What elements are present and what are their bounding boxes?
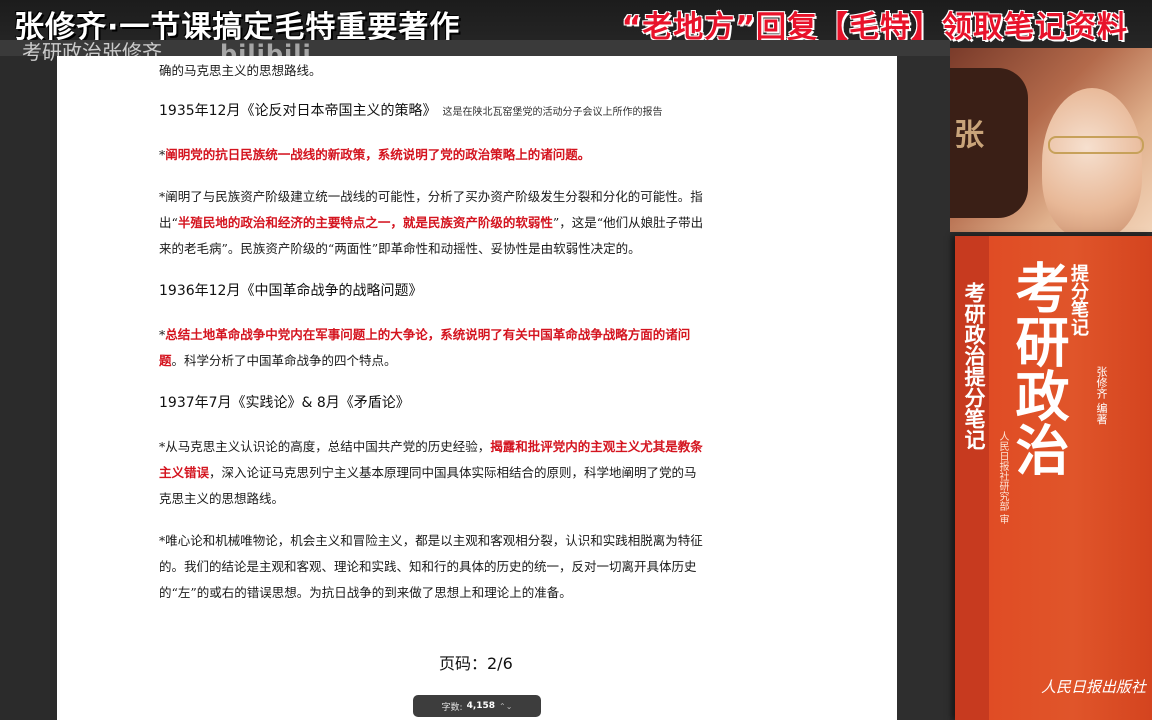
book-editor: 人民日报社研究部 审 (997, 431, 1008, 525)
body-text: ”，这是“他们从娘肚子带出 (552, 215, 704, 230)
sign-character: 张 (954, 118, 984, 153)
body-text: ，深入论证马克思列宁主义基本原理同中国具体实际相结合的原则，科学地阐明了党的马 (209, 465, 697, 480)
body-line: 克思主义的思想路线。 (159, 491, 285, 506)
page-number: 页码：2/6 (439, 654, 513, 673)
body-line: 确的马克思主义的思想路线。 (159, 63, 322, 78)
word-count-indicator[interactable]: 字数: 4,158 ⌃⌄ (413, 695, 541, 717)
highlight-line: *总结土地革命战争中党内在军事问题上的大争论，系统说明了有关中国革命战争战略方面… (159, 324, 799, 343)
highlight-text: 半殖民地的政治和经济的主要特点之一，就是民族资产阶级的软弱性 (177, 215, 553, 230)
section-heading: 1936年12月《中国革命战争的战略问题》 (159, 280, 422, 300)
highlight-line: *阐明党的抗日民族统一战线的新政策，系统说明了党的政治策略上的诸问题。 (159, 144, 799, 163)
book-author: 张修齐 编著 (1095, 366, 1108, 425)
book-title: 考研政治 (1006, 260, 1069, 476)
body-line: 来的老毛病”。民族资产阶级的“两面性”即革命性和动摇性、妥协性是由软弱性决定的。 (159, 241, 641, 256)
body-line: 主义错误，深入论证马克思列宁主义基本原理同中国具体实际相结合的原则，科学地阐明了… (159, 462, 799, 481)
body-line: 题。科学分析了中国革命战争的四个特点。 (159, 350, 799, 369)
book-spine-title: 考研政治提分笔记 (962, 282, 986, 450)
highlight-text: 阐明党的抗日民族统一战线的新政策，系统说明了党的政治策略上的诸问题。 (165, 147, 591, 162)
heading-note: 这是在陕北瓦窑堡党的活动分子会议上所作的报告 (442, 107, 663, 118)
word-count-value: 4,158 (466, 701, 496, 711)
highlight-text: 题 (159, 353, 172, 368)
heading-text: 1936年12月《中国革命战争的战略问题》 (159, 283, 423, 299)
word-count-toggle-icon[interactable]: ⌃⌄ (499, 702, 512, 711)
body-line: *唯心论和机械唯物论，机会主义和冒险主义，都是以主观和客观相分裂，认识和实践相脱… (159, 533, 703, 548)
body-text: *从马克思主义认识论的高度，总结中国共产党的历史经验， (159, 439, 491, 454)
window-gap (897, 56, 950, 720)
body-text: 出“ (159, 215, 178, 230)
body-line: 的“左”的或右的错误思想。为抗日战争的到来做了思想上和理论上的准备。 (159, 585, 572, 600)
body-text: 。科学分析了中国革命战争的四个特点。 (171, 353, 397, 368)
body-line: *从马克思主义认识论的高度，总结中国共产党的历史经验，揭露和批评党内的主观主义尤… (159, 436, 799, 455)
heading-text: 1937年7月《实践论》& 8月《矛盾论》 (159, 395, 410, 411)
heading-text: 1935年12月《论反对日本帝国主义的策略》 (159, 103, 437, 119)
highlight-text: 总结土地革命战争中党内在军事问题上的大争论，系统说明了有关中国革命战争战略方面的… (165, 327, 691, 342)
section-heading: 1935年12月《论反对日本帝国主义的策略》 这是在陕北瓦窑堡党的活动分子会议上所… (159, 100, 662, 120)
book-cover: 考研政治提分笔记 考研政治 提分笔记 张修齐 编著 人民日报社研究部 审 人民日… (955, 236, 1152, 720)
webcam-feed: 张 (950, 48, 1152, 232)
document-page: 确的马克思主义的思想路线。 1935年12月《论反对日本帝国主义的策略》 这是在陕北… (57, 56, 897, 720)
body-line: 出“半殖民地的政治和经济的主要特点之一，就是民族资产阶级的软弱性”，这是“他们从… (159, 212, 799, 231)
presenter-face (1042, 88, 1142, 232)
highlight-text: 主义错误 (159, 465, 210, 480)
highlight-text: 揭露和批评党内的主观主义尤其是教条 (490, 439, 703, 454)
book-publisher: 人民日报出版社 (1041, 678, 1147, 696)
book-subtitle: 提分笔记 (1068, 264, 1089, 336)
section-heading: 1937年7月《实践论》& 8月《矛盾论》 (159, 392, 410, 412)
body-line: *阐明了与民族资产阶级建立统一战线的可能性，分析了买办资产阶级发生分裂和分化的可… (159, 189, 703, 204)
body-line: 的。我们的结论是主观和客观、理论和实践、知和行的具体的历史的统一，反对一切离开具… (159, 559, 697, 574)
word-count-label: 字数: (441, 702, 463, 713)
glasses (1048, 136, 1144, 154)
